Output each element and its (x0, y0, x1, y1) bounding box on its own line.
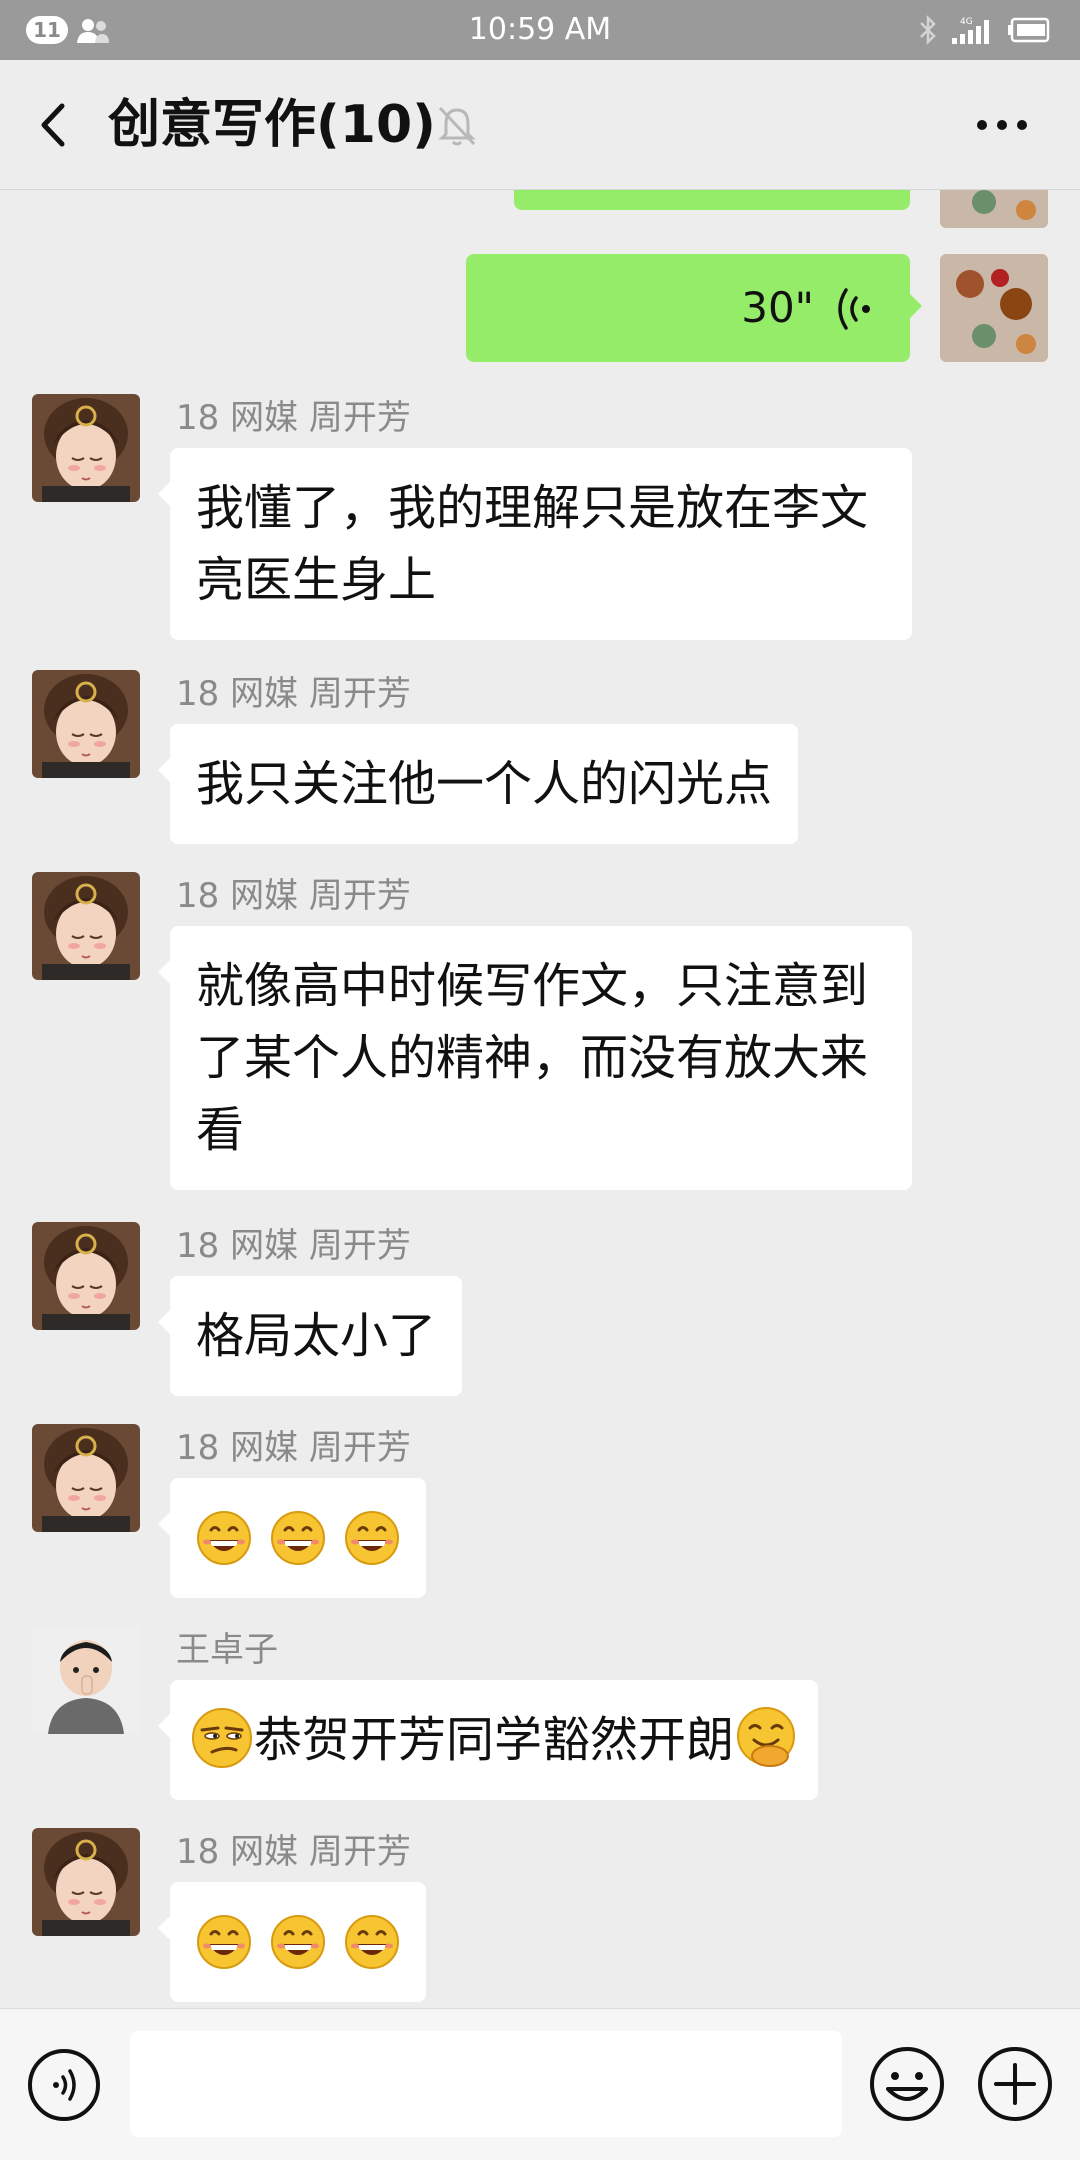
outgoing-message-partial[interactable] (514, 190, 910, 210)
sender-name: 18 网媒 周开芳 (176, 674, 411, 714)
message-bubble[interactable]: 我只关注他一个人的闪光点 (157, 724, 799, 844)
avatar-wang-zhuozi[interactable] (32, 1626, 140, 1734)
message-input[interactable] (130, 2031, 842, 2137)
voice-wave-icon (838, 288, 870, 330)
emoji-message-bubble[interactable] (158, 1478, 426, 1598)
message-bubble[interactable]: 格局太小了 (157, 1276, 463, 1396)
add-attachment-button[interactable] (976, 2045, 1054, 2123)
voice-input-button[interactable] (26, 2047, 102, 2123)
emoji-button[interactable] (868, 2045, 946, 2123)
avatar-zhou-kaifang[interactable] (32, 670, 140, 778)
grin-emoji-icon (196, 1510, 252, 1566)
signal-icon: 4G (952, 17, 989, 44)
network-type-label: 4G (960, 17, 973, 27)
status-bar: 11 10:59 AM 4G (0, 0, 1080, 60)
sender-name: 18 网媒 周开芳 (176, 1226, 411, 1266)
sender-name: 18 网媒 周开芳 (176, 1428, 411, 1468)
back-arrow-icon[interactable] (34, 96, 74, 154)
chat-header: 创意写作(10) (0, 60, 1080, 190)
grin-emoji-icon (344, 1510, 400, 1566)
sender-name: 18 网媒 周开芳 (176, 1832, 411, 1872)
avatar-zhou-kaifang[interactable] (32, 1222, 140, 1330)
avatar-zhou-kaifang[interactable] (32, 872, 140, 980)
avatar-zhou-kaifang[interactable] (32, 1424, 140, 1532)
battery-icon (1008, 17, 1050, 43)
message-list[interactable]: 30" 18 网媒 周开芳 我懂了，我的理解只是放在李文亮医生身上 18 网媒 … (0, 190, 1080, 2008)
grin-emoji-icon (344, 1914, 400, 1970)
grin-emoji-icon (270, 1914, 326, 1970)
message-text: 恭贺开芳同学豁然开朗 (254, 1712, 735, 1768)
voice-duration: 30" (741, 283, 814, 332)
voice-message-bubble[interactable]: 30" (466, 254, 922, 362)
bluetooth-icon (920, 14, 936, 46)
sender-name: 18 网媒 周开芳 (176, 876, 411, 916)
hand-over-mouth-emoji-icon (734, 1706, 798, 1770)
my-avatar[interactable] (940, 254, 1048, 362)
avatar-zhou-kaifang[interactable] (32, 1828, 140, 1936)
muted-bell-icon (438, 106, 476, 146)
more-options-icon[interactable] (972, 114, 1032, 136)
avatar-zhou-kaifang[interactable] (32, 394, 140, 502)
input-bar (0, 2008, 1080, 2160)
emoji-message-bubble[interactable] (158, 1882, 426, 2002)
message-bubble[interactable]: 就像高中时候写作文，只注意到了某个人的精神，而没有放大来看 (158, 926, 912, 1190)
smirk-emoji-icon (190, 1706, 254, 1770)
grin-emoji-icon (270, 1510, 326, 1566)
message-bubble[interactable]: 恭贺开芳同学豁然开朗 (157, 1680, 819, 1800)
my-avatar[interactable] (940, 190, 1048, 228)
message-bubble[interactable]: 我懂了，我的理解只是放在李文亮医生身上 (158, 448, 912, 640)
grin-emoji-icon (196, 1914, 252, 1970)
sender-name: 18 网媒 周开芳 (176, 398, 411, 438)
chat-title: 创意写作(10) (108, 95, 436, 155)
sender-name: 王卓子 (176, 1630, 278, 1670)
